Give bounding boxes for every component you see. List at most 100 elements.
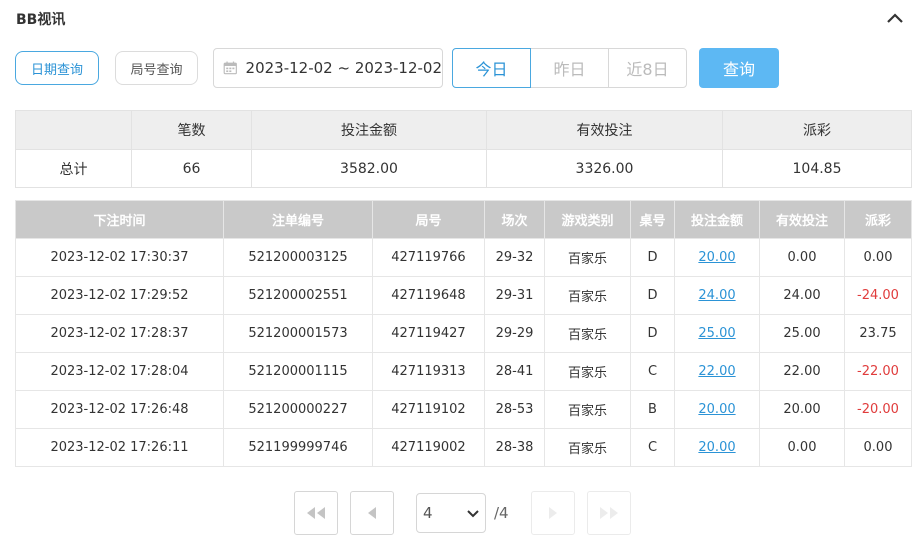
yesterday-button[interactable]: 昨日 <box>530 48 609 88</box>
next-page-button[interactable] <box>531 491 575 535</box>
table-row: 2023-12-02 17:28:04 521200001115 4271193… <box>15 352 912 391</box>
session-cell: 29-29 <box>484 314 545 353</box>
table-row: 2023-12-02 17:29:52 521200002551 4271196… <box>15 276 912 315</box>
summary-cell: 104.85 <box>722 149 912 188</box>
date-query-button[interactable]: 日期查询 <box>15 51 99 85</box>
payout-cell: 23.75 <box>844 314 912 353</box>
records-header-row: 下注时间 注单编号 局号 场次 游戏类别 桌号 投注金额 有效投注 派彩 <box>15 200 912 239</box>
table-no-cell: D <box>630 238 675 277</box>
session-cell: 29-31 <box>484 276 545 315</box>
game-type-cell: 百家乐 <box>544 428 631 467</box>
payout-cell: 0.00 <box>844 428 912 467</box>
column-header: 派彩 <box>844 200 912 239</box>
bet-time-cell: 2023-12-02 17:28:37 <box>15 314 224 353</box>
chevron-down-icon <box>467 510 479 518</box>
bet-time-cell: 2023-12-02 17:29:52 <box>15 276 224 315</box>
bet-id-cell: 521200000227 <box>223 390 373 429</box>
calendar-icon <box>223 61 237 75</box>
game-type-cell: 百家乐 <box>544 276 631 315</box>
column-header: 投注金额 <box>674 200 760 239</box>
page-select[interactable]: 4 <box>416 493 486 533</box>
prev-page-button[interactable] <box>350 491 394 535</box>
chevron-left-icon <box>368 507 376 519</box>
summary-header-cell: 派彩 <box>722 110 912 150</box>
bet-id-cell: 521200001115 <box>223 352 373 391</box>
double-chevron-right-icon <box>600 507 618 519</box>
round-id-cell: 427119427 <box>372 314 485 353</box>
bet-amount-link[interactable]: 20.00 <box>674 390 760 429</box>
page-title: BB视讯 <box>16 12 66 28</box>
table-row: 2023-12-02 17:28:37 521200001573 4271194… <box>15 314 912 353</box>
game-type-cell: 百家乐 <box>544 352 631 391</box>
quick-date-group: 今日 昨日 近8日 <box>452 48 687 88</box>
table-no-cell: C <box>630 352 675 391</box>
payout-cell: -22.00 <box>844 352 912 391</box>
summary-header-cell <box>15 110 132 150</box>
first-page-button[interactable] <box>294 491 338 535</box>
bet-amount-link[interactable]: 25.00 <box>674 314 760 353</box>
table-row: 2023-12-02 17:26:48 521200000227 4271191… <box>15 390 912 429</box>
bet-amount-link[interactable]: 24.00 <box>674 276 760 315</box>
page-select-value: 4 <box>423 504 433 522</box>
bet-id-cell: 521200003125 <box>223 238 373 277</box>
page-total: /4 <box>494 504 509 522</box>
valid-bet-cell: 22.00 <box>759 352 845 391</box>
valid-bet-cell: 0.00 <box>759 238 845 277</box>
table-no-cell: C <box>630 428 675 467</box>
valid-bet-cell: 25.00 <box>759 314 845 353</box>
summary-total-row: 总计 66 3582.00 3326.00 104.85 <box>15 149 912 188</box>
summary-cell: 66 <box>131 149 252 188</box>
column-header: 场次 <box>484 200 545 239</box>
valid-bet-cell: 20.00 <box>759 390 845 429</box>
round-id-cell: 427119102 <box>372 390 485 429</box>
column-header: 局号 <box>372 200 485 239</box>
date-range-value: 2023-12-02 ~ 2023-12-02 <box>245 59 442 77</box>
summary-cell: 总计 <box>15 149 132 188</box>
bet-records-table: 下注时间 注单编号 局号 场次 游戏类别 桌号 投注金额 有效投注 派彩 202… <box>15 200 912 467</box>
column-header: 游戏类别 <box>544 200 631 239</box>
column-header: 桌号 <box>630 200 675 239</box>
bet-time-cell: 2023-12-02 17:26:48 <box>15 390 224 429</box>
bet-time-cell: 2023-12-02 17:30:37 <box>15 238 224 277</box>
round-id-cell: 427119002 <box>372 428 485 467</box>
table-row: 2023-12-02 17:30:37 521200003125 4271197… <box>15 238 912 277</box>
summary-table: 笔数 投注金额 有效投注 派彩 总计 66 3582.00 3326.00 10… <box>15 110 912 188</box>
table-no-cell: D <box>630 276 675 315</box>
table-no-cell: D <box>630 314 675 353</box>
game-type-cell: 百家乐 <box>544 314 631 353</box>
bet-id-cell: 521199999746 <box>223 428 373 467</box>
column-header: 下注时间 <box>15 200 224 239</box>
bet-id-cell: 521200002551 <box>223 276 373 315</box>
payout-cell: -20.00 <box>844 390 912 429</box>
last-8-days-button[interactable]: 近8日 <box>608 48 687 88</box>
double-chevron-left-icon <box>307 507 325 519</box>
column-header: 注单编号 <box>223 200 373 239</box>
valid-bet-cell: 24.00 <box>759 276 845 315</box>
round-id-cell: 427119313 <box>372 352 485 391</box>
bet-amount-link[interactable]: 20.00 <box>674 238 760 277</box>
search-button[interactable]: 查询 <box>699 48 779 88</box>
bet-time-cell: 2023-12-02 17:28:04 <box>15 352 224 391</box>
last-page-button[interactable] <box>587 491 631 535</box>
bet-amount-link[interactable]: 20.00 <box>674 428 760 467</box>
session-cell: 28-41 <box>484 352 545 391</box>
session-cell: 29-32 <box>484 238 545 277</box>
column-header: 有效投注 <box>759 200 845 239</box>
toolbar: 日期查询 局号查询 2023-12-02 ~ 2023-12-02 今日 昨日 … <box>0 46 919 90</box>
summary-cell: 3582.00 <box>251 149 487 188</box>
chevron-up-icon[interactable] <box>885 10 905 26</box>
round-query-button[interactable]: 局号查询 <box>115 51 198 85</box>
session-cell: 28-53 <box>484 390 545 429</box>
valid-bet-cell: 0.00 <box>759 428 845 467</box>
today-button[interactable]: 今日 <box>452 48 531 88</box>
summary-header-cell: 有效投注 <box>486 110 723 150</box>
summary-cell: 3326.00 <box>486 149 723 188</box>
date-range-picker[interactable]: 2023-12-02 ~ 2023-12-02 <box>213 48 443 88</box>
header: BB视讯 <box>0 0 919 36</box>
bet-amount-link[interactable]: 22.00 <box>674 352 760 391</box>
summary-header-cell: 笔数 <box>131 110 252 150</box>
summary-header-cell: 投注金额 <box>251 110 487 150</box>
game-type-cell: 百家乐 <box>544 390 631 429</box>
round-id-cell: 427119648 <box>372 276 485 315</box>
payout-cell: -24.00 <box>844 276 912 315</box>
